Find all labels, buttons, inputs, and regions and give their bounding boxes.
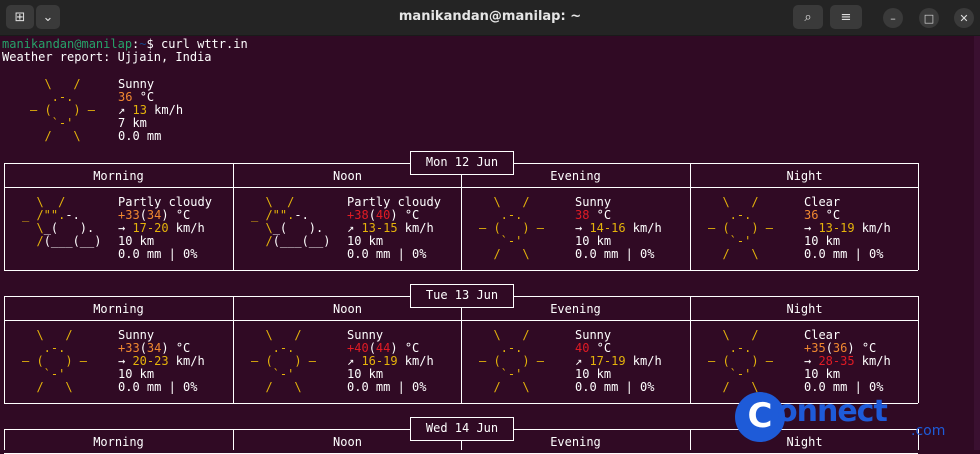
weather-art-line bbox=[22, 248, 101, 261]
search-icon: ⌕ bbox=[804, 9, 812, 25]
period-header-morning: Morning bbox=[93, 302, 144, 316]
hamburger-menu-button[interactable]: ≡ bbox=[830, 5, 862, 29]
period-header-morning: Morning bbox=[93, 169, 144, 183]
period-header-evening: Evening bbox=[550, 169, 601, 183]
period-precipitation: 0.0 mm | 0% bbox=[575, 380, 655, 394]
period-precipitation: 0.0 mm | 0% bbox=[118, 380, 198, 394]
terminal-scrollbar[interactable] bbox=[974, 36, 980, 450]
prompt-command: curl wttr.in bbox=[160, 37, 248, 51]
location-line: Weather report: Ujjain, India bbox=[2, 50, 212, 64]
period-header-evening: Evening bbox=[550, 302, 601, 316]
period-header-noon: Noon bbox=[333, 302, 362, 316]
prompt-symbol: $ bbox=[146, 37, 154, 51]
prompt-path: ~ bbox=[139, 37, 147, 51]
weather-art-line: / \ bbox=[708, 247, 774, 261]
connect-logo: C onnect .com bbox=[735, 392, 965, 444]
hamburger-icon: ≡ bbox=[840, 9, 852, 25]
minimize-button[interactable]: – bbox=[883, 8, 903, 28]
weather-art-line: / \ bbox=[22, 380, 88, 394]
period-header-night: Night bbox=[786, 302, 823, 316]
period-precipitation: 0.0 mm | 0% bbox=[575, 247, 655, 261]
maximize-button[interactable]: □ bbox=[919, 8, 939, 28]
logo-brand: onnect bbox=[777, 394, 888, 429]
period-header-evening: Evening bbox=[550, 435, 601, 449]
close-button[interactable]: ✕ bbox=[954, 8, 974, 28]
period-precipitation: 0.0 mm | 0% bbox=[347, 380, 427, 394]
weather-art-line bbox=[251, 248, 330, 261]
period-precipitation: 0.0 mm | 0% bbox=[118, 247, 198, 261]
prompt-user-host: manikandan@manilap bbox=[2, 37, 133, 51]
period-precipitation: 0.0 mm | 0% bbox=[347, 247, 427, 261]
period-header-morning: Morning bbox=[93, 435, 144, 449]
search-button[interactable]: ⌕ bbox=[793, 5, 823, 29]
weather-art-line: / \ bbox=[251, 380, 317, 394]
close-icon: ✕ bbox=[959, 11, 969, 25]
current-precipitation: 0.0 mm bbox=[118, 129, 162, 143]
weather-art-line: / \ bbox=[479, 380, 545, 394]
table-bottom-border bbox=[4, 270, 918, 271]
maximize-icon: □ bbox=[923, 11, 935, 25]
terminal-output[interactable]: manikandan@manilap:~$ curl wttr.in Weath… bbox=[0, 36, 980, 454]
period-header-noon: Noon bbox=[333, 169, 362, 183]
minimize-icon: – bbox=[890, 11, 896, 25]
title-bar: ⊞ ⌄ manikandan@manilap: ~ ⌕ ≡ – □ ✕ bbox=[0, 0, 980, 36]
period-header-noon: Noon bbox=[333, 435, 362, 449]
period-precipitation: 0.0 mm | 0% bbox=[804, 247, 884, 261]
logo-suffix: .com bbox=[911, 423, 946, 439]
period-header-night: Night bbox=[786, 169, 823, 183]
sun-art-line: / \ bbox=[30, 129, 96, 143]
weather-art-line: / \ bbox=[479, 247, 545, 261]
